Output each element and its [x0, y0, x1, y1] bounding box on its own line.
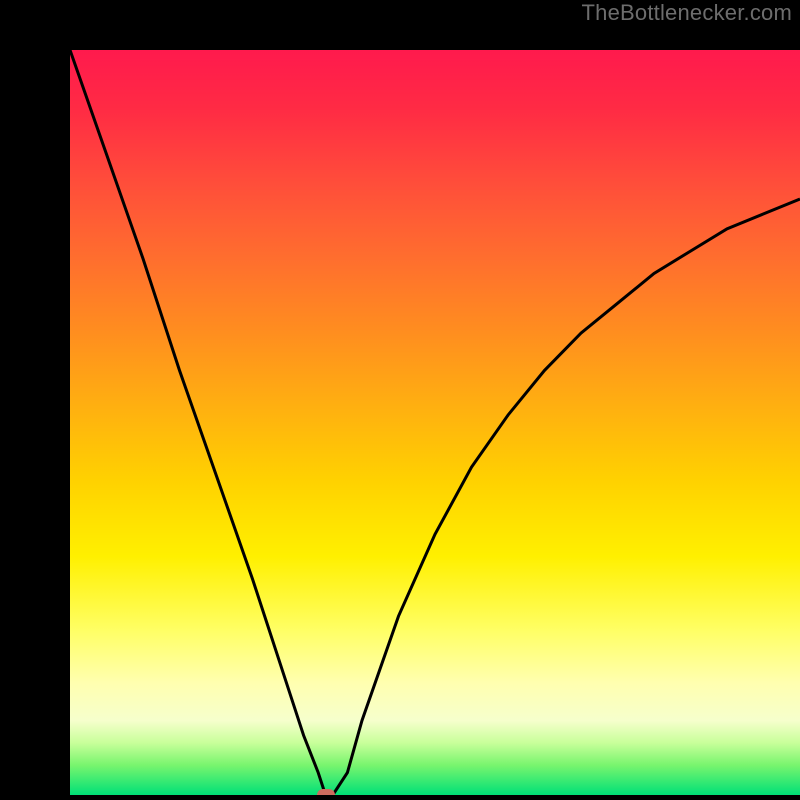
- optimum-marker: [317, 789, 335, 795]
- plot-area: [70, 50, 800, 795]
- watermark-text: TheBottlenecker.com: [582, 0, 792, 26]
- bottleneck-curve: [70, 50, 800, 795]
- chart-frame: [0, 0, 800, 800]
